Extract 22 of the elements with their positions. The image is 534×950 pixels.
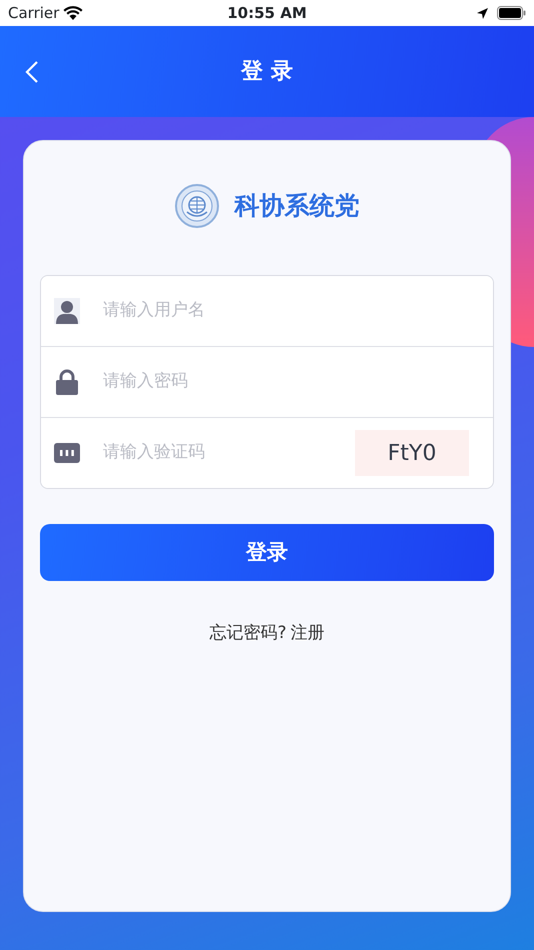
keypad-icon [54, 443, 80, 463]
lock-icon [56, 369, 78, 395]
input-field[interactable]: 请输入密码 [101, 368, 493, 396]
user-icon [54, 298, 80, 324]
battery-icon [497, 6, 526, 20]
emblem-icon [174, 184, 218, 228]
input-field[interactable]: 请输入用户名 [101, 297, 493, 325]
clock: 10:55 AM [227, 2, 307, 24]
app-name: 科协系统党 [234, 190, 360, 222]
wifi-icon [63, 6, 84, 20]
location-icon [476, 6, 489, 20]
text-link[interactable]: 注册 [290, 621, 325, 646]
input-field[interactable]: 请输入用户名 [41, 276, 493, 347]
back-icon [25, 60, 39, 84]
captcha-image[interactable]: FtY0 [355, 430, 469, 476]
page-title: 登 录 [241, 58, 293, 86]
carrier-label: Carrier [8, 2, 60, 24]
input-field[interactable]: 请输入验证码 FtY0 [41, 418, 493, 488]
login-button[interactable]: 登录 [40, 524, 494, 581]
text-link[interactable]: 忘记密码? [209, 621, 287, 646]
input-field[interactable]: 请输入验证码 [101, 439, 355, 467]
input-field[interactable]: 请输入密码 [41, 347, 493, 418]
